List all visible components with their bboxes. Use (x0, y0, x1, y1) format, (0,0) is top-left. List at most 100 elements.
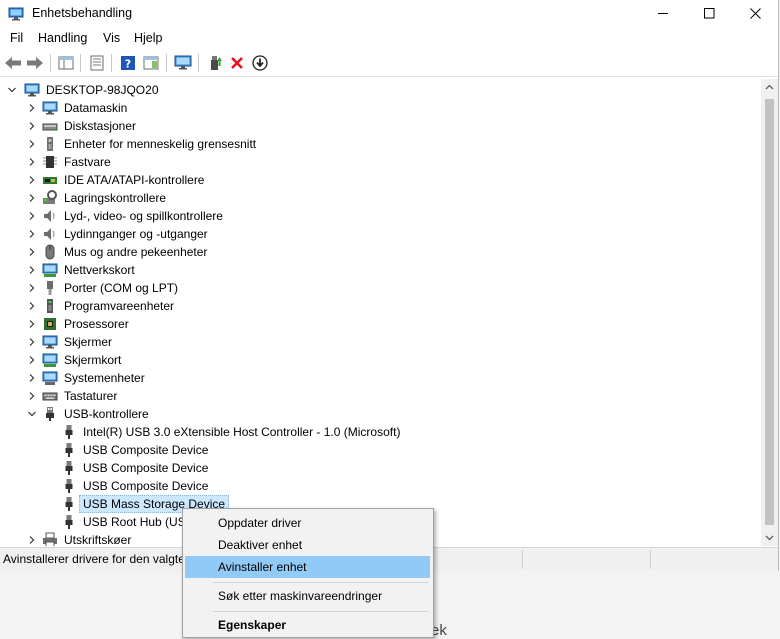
status-divider (522, 550, 523, 569)
properties-icon (90, 55, 104, 71)
minimize-icon (657, 13, 668, 14)
ctx-properties[interactable]: Egenskaper (185, 614, 430, 636)
ctx-disable-device[interactable]: Deaktiver enhet (185, 534, 430, 556)
device-manager-app-icon (8, 7, 24, 21)
device-manager-window: Enhetsbehandling Fil Handling Vis Hjelp (0, 0, 779, 571)
usb-plug-icon (65, 443, 73, 457)
chevron-right-icon[interactable] (26, 531, 38, 546)
network-adapter-icon (42, 263, 58, 277)
tree-item-label: Mus og andre pekeenheter (64, 245, 208, 259)
tree-item-label: Tastaturer (64, 389, 118, 403)
ctx-update-driver[interactable]: Oppdater driver (185, 512, 430, 534)
mouse-icon (45, 244, 55, 260)
ctx-scan-hardware-changes[interactable]: Søk etter maskinvareendringer (185, 585, 430, 607)
vertical-scrollbar[interactable] (761, 79, 778, 546)
tree-item-label: Intel(R) USB 3.0 eXtensible Host Control… (83, 425, 401, 439)
tree-item-label: USB-kontrollere (64, 407, 149, 421)
forward-arrow-icon (27, 57, 43, 69)
chevron-right-icon[interactable] (26, 351, 38, 369)
title-bar[interactable]: Enhetsbehandling (0, 0, 778, 27)
tree-item-label: Datamaskin (64, 101, 128, 115)
chevron-right-icon[interactable] (26, 207, 38, 225)
show-hide-console-tree-button[interactable] (56, 53, 76, 73)
chevron-right-icon[interactable] (26, 153, 38, 171)
toolbar-separator (166, 54, 167, 72)
tree-item-label: Lydinnganger og -utganger (64, 227, 208, 241)
back-arrow-icon (5, 57, 21, 69)
help-button[interactable]: ? (118, 53, 138, 73)
menu-bar: Fil Handling Vis Hjelp (0, 28, 778, 49)
usb-plug-icon (65, 425, 73, 439)
disk-drive-icon (42, 123, 58, 131)
processor-icon (44, 318, 56, 330)
tree-item-label: Programvareenheter (64, 299, 175, 313)
monitor-scan-icon (174, 55, 192, 70)
minimize-button[interactable] (640, 0, 686, 27)
scan-hardware-button[interactable] (173, 53, 193, 73)
chevron-right-icon[interactable] (26, 189, 38, 207)
maximize-button[interactable] (686, 0, 732, 27)
chevron-right-icon[interactable] (26, 297, 38, 315)
scroll-down-button[interactable] (761, 529, 778, 546)
chevron-right-icon[interactable] (26, 117, 38, 135)
usb-plug-icon (65, 497, 73, 511)
ide-controller-icon (43, 177, 57, 184)
chevron-right-icon[interactable] (26, 243, 38, 261)
toolbar-separator (50, 54, 51, 72)
computer-icon (42, 101, 58, 115)
chevron-right-icon[interactable] (26, 333, 38, 351)
hid-icon (47, 137, 53, 151)
tree-item-label: Skjermkort (64, 353, 122, 367)
scroll-thumb[interactable] (765, 99, 774, 525)
uninstall-red-x-icon (231, 57, 243, 69)
help-icon: ? (121, 56, 135, 71)
usb-plug-icon (65, 479, 73, 493)
audio-io-icon (44, 228, 55, 240)
tree-item-label: Porter (COM og LPT) (64, 281, 179, 295)
chevron-right-icon[interactable] (26, 387, 38, 405)
close-icon (749, 8, 761, 19)
toolbar: ? (0, 50, 778, 77)
chevron-right-icon[interactable] (26, 171, 38, 189)
back-button[interactable] (3, 53, 23, 73)
ctx-item-label: Avinstaller enhet (218, 560, 307, 574)
menu-hjelp[interactable]: Hjelp (134, 31, 163, 45)
display-adapter-icon (42, 353, 58, 367)
chevron-right-icon[interactable] (26, 135, 38, 153)
tree-item-label: USB Composite Device (83, 479, 209, 493)
toolbar-separator (198, 54, 199, 72)
properties-button[interactable] (87, 53, 107, 73)
ctx-item-label: Oppdater driver (218, 516, 302, 530)
update-driver-icon (211, 56, 222, 70)
chevron-right-icon[interactable] (26, 279, 38, 297)
menu-vis[interactable]: Vis (103, 31, 120, 45)
tree-item-label: Lagringskontrollere (64, 191, 167, 205)
forward-button[interactable] (25, 53, 45, 73)
context-menu: Oppdater driver Deaktiver enhet Avinstal… (182, 508, 434, 638)
close-button[interactable] (732, 0, 778, 27)
chevron-right-icon[interactable] (26, 315, 38, 333)
chevron-up-icon (765, 84, 774, 90)
enable-device-button[interactable] (250, 53, 270, 73)
uninstall-device-button[interactable] (227, 53, 247, 73)
port-icon (47, 281, 53, 295)
chevron-right-icon[interactable] (26, 261, 38, 279)
device-tree[interactable]: DESKTOP-98JQO20 Datamaskin Diskstasjoner… (0, 79, 761, 546)
chevron-right-icon[interactable] (26, 369, 38, 387)
ctx-uninstall-device[interactable]: Avinstaller enhet (185, 556, 430, 578)
maximize-icon (703, 8, 714, 19)
chevron-right-icon[interactable] (26, 99, 38, 117)
chevron-right-icon[interactable] (26, 225, 38, 243)
chevron-down-icon[interactable] (26, 405, 38, 423)
ctx-item-label: Egenskaper (218, 618, 287, 632)
tree-item-label: Lyd-, video- og spillkontrollere (64, 209, 223, 223)
action-pane-button[interactable] (141, 53, 161, 73)
menu-handling[interactable]: Handling (38, 31, 87, 45)
tree-item-label: Nettverkskort (64, 263, 135, 277)
scroll-up-button[interactable] (761, 79, 778, 96)
tree-item-label: Systemenheter (64, 371, 145, 385)
keyboard-icon (42, 392, 58, 401)
menu-fil[interactable]: Fil (10, 31, 23, 45)
update-driver-button[interactable] (205, 53, 225, 73)
chevron-down-icon[interactable] (6, 81, 18, 99)
